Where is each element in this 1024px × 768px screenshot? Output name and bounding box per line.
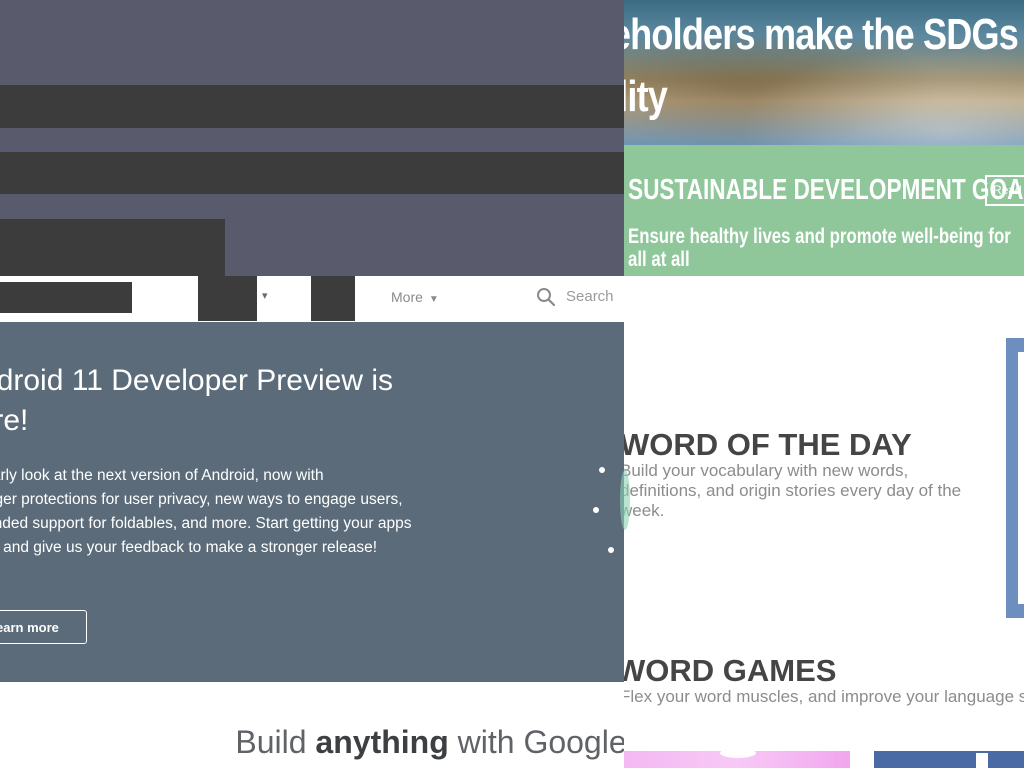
word-of-the-day-heading[interactable]: WORD OF THE DAY [624,426,912,464]
word-of-the-day-description: Build your vocabulary with new words, de… [624,461,962,520]
sdg-subtitle: Ensure healthy lives and promote well-be… [628,225,1024,294]
hero-title-line: Android 11 Developer Preview is [0,364,393,397]
banner-title: Stakeholders make the SDGs a reality [624,4,1024,128]
nav-tab[interactable] [198,276,257,321]
sdg-panel: SUSTAINABLE DEVELOPMENT GOAL 3 Read Ensu… [624,145,1024,294]
site-logo[interactable] [0,282,132,313]
thumbnail-graphic [976,753,988,768]
word-games-description: Flex your word muscles, and improve your… [624,687,1024,706]
build-heading: Build anything with Google [0,722,624,766]
top-nav: ▾ More ▼ [0,276,624,322]
build-text: with Google [448,724,624,760]
search-input[interactable]: Search [566,287,614,307]
build-emphasis: anything [315,724,449,760]
word-card-inner [1018,352,1024,604]
redacted-bar [0,152,624,194]
hero-body-line: An early look at the next version of And… [0,467,324,484]
banner-title-line: Stakeholders make the SDGs [624,10,1019,59]
thumbnail-graphic [720,748,756,758]
right-pane: Stakeholders make the SDGs a reality SUS… [624,0,1024,768]
hero-title-line: here! [0,404,29,437]
read-button[interactable]: Read [985,175,1024,206]
chevron-down-icon: ▼ [428,294,439,305]
sdg-subtitle-line: ages [628,271,667,294]
carousel-dot[interactable] [599,467,605,473]
hero-title: Android 11 Developer Preview is here! [0,361,480,441]
more-label: More [391,289,423,305]
sdg-title: SUSTAINABLE DEVELOPMENT GOAL 3 [628,174,1024,206]
hero-body-line: stronger protections for user privacy, n… [0,491,403,508]
hero-banner: Android 11 Developer Preview is here! An… [0,322,624,682]
search-icon[interactable] [536,287,556,307]
android-developers-pane: ▾ More ▼ Search Android 11 Developer Prev… [0,0,624,768]
carousel-dot[interactable] [593,507,599,513]
hero-body-line: expanded support for foldables, and more… [0,515,412,532]
hero-description: An early look at the next version of And… [0,464,430,560]
carousel-dot[interactable] [608,547,614,553]
banner-title-line: a reality [624,72,668,121]
pane-seam-artifact [620,470,630,530]
nav-tab[interactable] [311,276,355,321]
hero-body-line: ready and give us your feedback to make … [0,539,378,556]
chevron-down-icon[interactable]: ▾ [262,288,276,304]
word-games-heading[interactable]: WORD GAMES [624,652,836,690]
redacted-bar [0,85,624,128]
learn-more-button[interactable]: Learn more [0,610,87,644]
build-text: Build [235,724,316,760]
sdg-subtitle-line: Ensure healthy lives and promote well-be… [628,225,1011,271]
game-thumbnail[interactable] [874,751,1024,768]
more-menu[interactable]: More ▼ [391,287,439,307]
redacted-bar [0,219,225,276]
